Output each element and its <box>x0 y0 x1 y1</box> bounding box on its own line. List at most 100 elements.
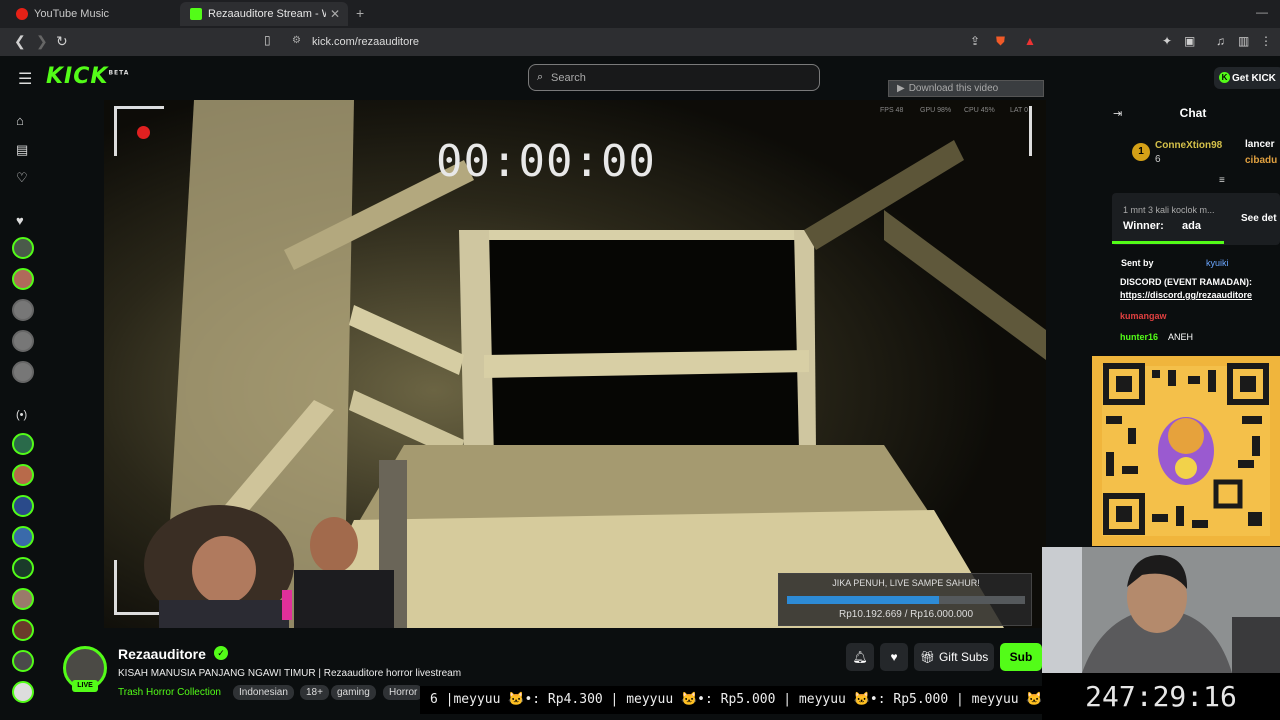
address-bar[interactable]: ⚙ kick.com/rezaauditore <box>284 31 1044 53</box>
minimize-icon[interactable]: — <box>1256 5 1268 19</box>
top-gifter-rank: 1 <box>1132 143 1150 161</box>
live-badge: LIVE <box>72 680 98 692</box>
qr-code-graphic <box>1102 363 1270 536</box>
tab-youtube-music[interactable]: YouTube Music <box>6 2 176 26</box>
poll-winner-value: ada <box>1182 220 1201 232</box>
chat-username[interactable]: kumangaw <box>1120 311 1167 321</box>
followed-channel-avatar[interactable] <box>12 237 34 259</box>
close-tab-icon[interactable]: ✕ <box>330 7 340 21</box>
recommended-channel-avatar[interactable] <box>12 433 34 455</box>
discord-label: DISCORD (EVENT RAMADAN): <box>1120 277 1252 287</box>
download-video-button[interactable]: ▶ Download this video <box>888 80 1044 97</box>
menu-icon[interactable]: ⋮ <box>1260 34 1272 48</box>
brave-shield-icon[interactable]: ⛊ <box>996 34 1005 49</box>
goal-title: JIKA PENUH, LIVE SAMPE SAHUR! <box>832 578 980 588</box>
sidebar-toggle-icon[interactable]: ▥ <box>1238 34 1249 48</box>
tag-chip[interactable]: gaming <box>331 685 376 700</box>
recommended-channel-avatar[interactable] <box>12 495 34 517</box>
reader-icon[interactable]: ▣ <box>1184 34 1195 48</box>
subscribe-label: Sub <box>1009 650 1033 664</box>
discord-link[interactable]: https://discord.gg/rezaauditore <box>1120 290 1252 300</box>
share-icon[interactable]: ⇪ <box>970 34 980 48</box>
gifter-3-name[interactable]: cibadu <box>1245 155 1277 166</box>
kick-logo[interactable]: KICKBETA <box>46 64 129 89</box>
see-details-link[interactable]: See det <box>1241 213 1277 224</box>
followed-channel-avatar[interactable] <box>12 268 34 290</box>
chat-username[interactable]: hunter16 <box>1120 332 1158 342</box>
music-icon[interactable]: ♫ <box>1216 34 1225 48</box>
gifter-2-name[interactable]: lancer <box>1245 139 1274 150</box>
tab-kick-stream[interactable]: Rezaauditore Stream - Watch ✕ <box>180 2 348 26</box>
extensions-icon[interactable]: ✦ <box>1162 34 1172 48</box>
live-broadcast-icon: (•) <box>16 409 28 421</box>
reload-icon[interactable]: ↻ <box>56 33 68 50</box>
forward-icon[interactable]: ❯ <box>36 33 48 50</box>
get-kick-button[interactable]: K Get KICK <box>1214 67 1280 89</box>
goal-amount: Rp10.192.669 / Rp16.000.000 <box>839 609 973 620</box>
kick-badge-icon: K <box>1219 72 1230 83</box>
gift-subs-button[interactable]: 🎁︎ Gift Subs <box>914 643 994 671</box>
notification-bell-button[interactable]: 🔔︎ <box>846 643 874 671</box>
tab-title: Rezaauditore Stream - Watch <box>208 8 326 20</box>
hamburger-menu-icon[interactable]: ☰ <box>18 69 32 89</box>
tag-chip[interactable]: Indonesian <box>233 685 294 700</box>
offline-channel-avatar[interactable] <box>12 299 34 321</box>
sent-by-user[interactable]: kyuiki <box>1206 258 1229 268</box>
bookmark-icon[interactable]: ▯ <box>264 33 271 47</box>
recommended-channel-avatar[interactable] <box>12 526 34 548</box>
gift-subs-label: Gift Subs <box>938 650 989 664</box>
recommended-channel-avatar[interactable] <box>12 619 34 641</box>
site-info-icon[interactable]: ⚙ <box>292 35 301 46</box>
url-text: kick.com/rezaauditore <box>312 36 419 48</box>
stream-category[interactable]: Trash Horror Collection <box>118 687 221 698</box>
poll-result-card: 1 mnt 3 kali koclok m... Winner: ada See… <box>1112 193 1280 245</box>
search-input[interactable]: ⌕ Search <box>528 64 820 91</box>
recommended-channel-avatar[interactable] <box>12 650 34 672</box>
verified-badge-icon: ✓ <box>214 646 228 660</box>
tag-chip[interactable]: Horror <box>383 685 424 700</box>
top-gifter-name[interactable]: ConneXtion98 <box>1155 140 1222 151</box>
webcam-graphic <box>1042 547 1280 673</box>
recommended-channel-avatar[interactable] <box>12 557 34 579</box>
gift-icon: 🎁︎ <box>919 650 935 664</box>
offline-channel-avatar[interactable] <box>12 330 34 352</box>
recording-dot-icon <box>137 126 150 139</box>
recommended-channel-avatar[interactable] <box>12 588 34 610</box>
home-icon[interactable]: ⌂ <box>16 113 24 128</box>
new-tab-button[interactable]: + <box>356 5 364 21</box>
poll-winner-label: Winner: <box>1123 220 1164 232</box>
offline-channel-avatar[interactable] <box>12 361 34 383</box>
subscribe-button[interactable]: Sub <box>1000 643 1042 671</box>
tag-chip[interactable]: 18+ <box>300 685 329 700</box>
poll-timer-bar <box>1112 241 1224 244</box>
pinned-toggle-icon[interactable]: ≡ <box>1219 175 1225 186</box>
logo-beta: BETA <box>108 69 130 77</box>
channel-name[interactable]: Rezaauditore <box>118 646 206 662</box>
logo-text: KICK <box>46 64 109 89</box>
browse-icon[interactable]: ▤ <box>16 142 28 158</box>
bell-icon: 🔔︎ <box>852 650 868 664</box>
hud-fps: FPS 48 <box>880 107 904 114</box>
youtube-music-icon <box>16 8 28 20</box>
qr-code-overlay <box>1092 356 1280 546</box>
brave-rewards-icon[interactable]: ▲ <box>1024 34 1036 48</box>
browser-tabbar: YouTube Music Rezaauditore Stream - Watc… <box>0 0 1280 28</box>
donation-ticker: 6 |meyyuu 🐱•: Rp4.300 | meyyuu 🐱•: Rp5.0… <box>420 686 1042 714</box>
recommended-channel-avatar[interactable] <box>12 464 34 486</box>
follow-heart-button[interactable]: ♥ <box>880 643 908 671</box>
play-icon: ▶ <box>897 83 905 94</box>
back-icon[interactable]: ❮ <box>14 33 26 50</box>
favorites-heart-icon: ♥ <box>16 213 24 228</box>
hud-gpu: GPU 98% <box>920 107 952 114</box>
stream-title: KISAH MANUSIA PANJANG NGAWI TIMUR | Reza… <box>118 668 462 679</box>
following-icon[interactable]: ♡ <box>16 170 28 186</box>
stream-uptime-clock: 247:29:16 <box>1042 673 1280 720</box>
search-icon: ⌕ <box>537 71 544 83</box>
recommended-channel-avatar[interactable] <box>12 681 34 703</box>
heart-icon: ♥ <box>890 650 898 664</box>
kick-favicon-icon <box>190 8 202 20</box>
browser-navbar: ❮ ❯ ↻ ▯ ⚙ kick.com/rezaauditore ⇪ ⛊ ▲ ✦ … <box>0 28 1280 56</box>
goal-progress-bar <box>787 596 1025 604</box>
sent-by-label: Sent by <box>1121 258 1154 268</box>
hud-lat: LAT 0 <box>1010 107 1029 114</box>
